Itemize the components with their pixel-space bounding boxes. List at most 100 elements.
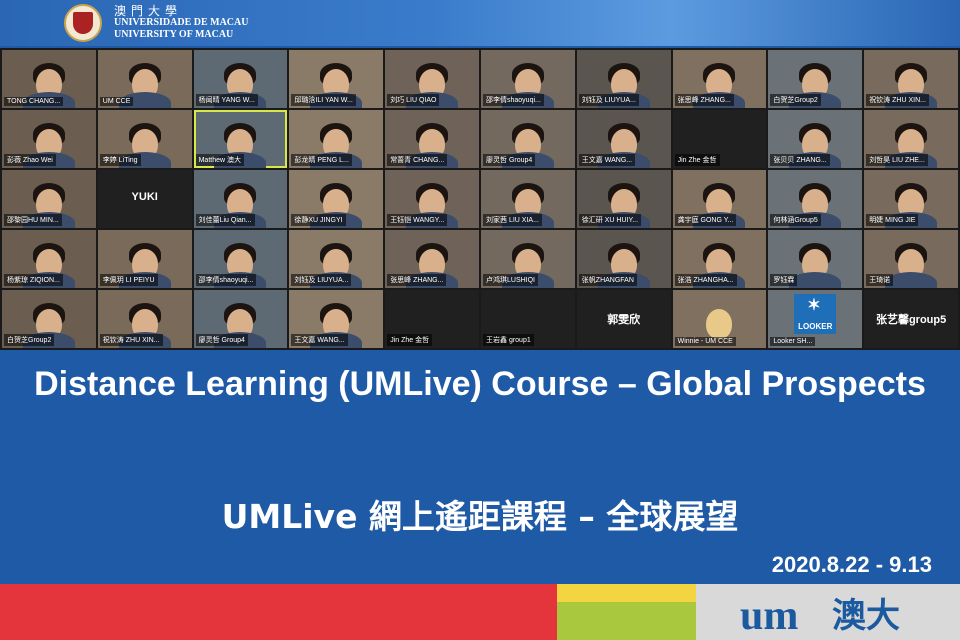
participant-tile[interactable]: 张思峰 ZHANG... [385,230,479,288]
header-banner: 澳門大學 UNIVERSIDADE DE MACAU UNIVERSITY OF… [0,0,960,46]
participant-tile[interactable]: TONG CHANG... [2,50,96,108]
participant-name-label: 何林涵Group5 [770,214,821,226]
participant-tile[interactable]: 罗钰霖 [768,230,863,288]
participant-tile[interactable]: 邵李倩shaoyuqi... [193,230,288,288]
participant-name-label: 祝钦涛 ZHU XIN... [866,94,929,106]
participant-display-name: 郭雯欣 [607,314,641,326]
title-area: Distance Learning (UMLive) Course – Glob… [0,352,960,584]
participant-tile[interactable]: Matthew 澳大 [193,110,288,168]
participant-name-label: 王文嘉 WANG... [578,154,636,166]
participant-name-label: 白贺芝Group2 [770,94,821,106]
participant-display-name: YUKI [131,191,158,203]
footer-yellow-stripe [557,584,696,602]
participant-name-label: UM CCE [99,97,134,106]
participant-tile[interactable]: 张贝贝 ZHANG... [768,110,863,168]
participant-tile[interactable]: Winnie - UM CCE [672,290,767,348]
participant-name-label: 王岩鑫 group1 [483,334,534,346]
participant-name-label: 刘钰及 LIUYUA... [291,274,352,286]
participant-tile[interactable]: 刘哲昊 LIU ZHE... [864,110,958,168]
participant-name-label: 祝钦涛 ZHU XIN... [99,334,163,346]
participant-name-label: 杨闻晴 YANG W... [195,94,258,106]
participant-tile[interactable]: 祝钦涛 ZHU XIN... [97,290,192,348]
participant-tile[interactable]: 王文嘉 WANG... [289,290,384,348]
participant-tile[interactable]: Jin Zhe 金哲 [385,290,479,348]
participant-tile[interactable]: 邱璐浛ILI YAN W... [289,50,384,108]
star-icon: ✶ [807,297,821,314]
participant-tile[interactable]: 明婕 MING JIE [864,170,958,228]
participant-tile[interactable]: ✶ LOOKER Looker SH... [768,290,863,348]
participant-tile[interactable]: 卢鸿琪LUSHIQI [481,230,575,288]
university-seal-logo [64,4,102,42]
footer-green-stripe [557,602,696,640]
participant-name-label: 常蔷青 CHANG... [387,154,448,166]
participant-name-label: Winnie - UM CCE [674,337,736,346]
participant-name-label: Looker SH... [770,337,816,346]
participant-tile[interactable]: 彭龙晴 PENG L... [289,110,384,168]
footer-red-stripe [0,584,557,640]
participant-tile[interactable]: 刘钰及 LIUYUA... [576,50,671,108]
participant-tile[interactable]: 白贺芝Group2 [2,290,96,348]
participant-name-label: 廖灵哲 Group4 [195,334,248,346]
participant-name-label: 李婷 LiTing [99,154,141,166]
participant-tile[interactable]: 廖灵哲 Group4 [481,110,575,168]
logo-zh-text: 澳門大學 [114,4,183,18]
participant-tile[interactable]: 常蔷青 CHANG... [385,110,479,168]
participant-name-label: 王钰铠 WANGY... [387,214,448,226]
participant-tile[interactable]: 王琦诺 [864,230,958,288]
participant-tile[interactable]: 刘钰及 LIUYUA... [289,230,384,288]
participant-name-label: 廖灵哲 Group4 [483,154,536,166]
participant-tile[interactable]: Jin Zhe 金哲 [672,110,767,168]
participant-tile[interactable]: UM CCE [97,50,192,108]
participant-tile[interactable]: 刘巧 LIU QIAO [385,50,479,108]
course-dates: 2020.8.22 - 9.13 [771,552,932,577]
participant-tile[interactable]: 张思峰 ZHANG... [672,50,767,108]
university-wordmark: 澳門大學 UNIVERSIDADE DE MACAU UNIVERSITY OF… [114,5,248,41]
looker-logo-text: LOOKER [798,322,833,331]
participant-name-label: 李佩玥 LI PEIYU [99,274,158,286]
participant-tile[interactable]: 李婷 LiTing [97,110,192,168]
participant-tile[interactable]: 徐静XU JINGYI [289,170,384,228]
participant-name-label: 张贝贝 ZHANG... [770,154,830,166]
video-grid: TONG CHANG... UM CCE 杨闻晴 YANG W... 邱璐浛ILI Y… [0,48,960,350]
participant-tile[interactable]: 彭薇 Zhao Wei [2,110,96,168]
participant-name-label: 王文嘉 WANG... [291,334,348,346]
participant-tile[interactable]: 杨闻晴 YANG W... [193,50,288,108]
participant-tile[interactable]: 张浩 ZHANGHA... [672,230,767,288]
participant-tile[interactable]: 龚宇庭 GONG Y... [672,170,767,228]
participant-name-label: 王琦诺 [866,274,894,286]
participant-name-label: Matthew 澳大 [195,154,244,166]
participant-tile[interactable]: 张帆ZHANGFAN [576,230,671,288]
participant-name-label: 张思峰 ZHANG... [387,274,447,286]
figurine-avatar [706,308,733,339]
participant-name-label: 张思峰 ZHANG... [674,94,734,106]
participant-tile[interactable]: 刘佳蕾Liu Qian... [193,170,288,228]
participant-tile[interactable]: 祝钦涛 ZHU XIN... [864,50,958,108]
participant-tile[interactable]: 邵黎园HU MIN... [2,170,96,228]
participant-tile[interactable]: 王钰铠 WANGY... [385,170,479,228]
participant-tile[interactable]: YUKI [97,170,192,228]
logo-pt-text: UNIVERSIDADE DE MACAU [114,17,249,28]
participant-tile[interactable]: 张艺馨group5 [864,290,958,348]
participant-name-label: 卢鸿琪LUSHIQI [483,274,539,286]
participant-tile[interactable]: 杨紫琼 ZIQION... [2,230,96,288]
participant-tile[interactable]: 刘家茜 LIU XIA... [481,170,575,228]
logo-en-text: UNIVERSITY OF MACAU [114,29,234,40]
participant-name-label: Jin Zhe 金哲 [387,334,433,346]
participant-name-label: 徐静XU JINGYI [291,214,346,226]
participant-tile[interactable]: 白贺芝Group2 [768,50,863,108]
um-logo-mark: um [740,593,799,639]
participant-tile[interactable]: 王岩鑫 group1 [481,290,575,348]
participant-tile[interactable]: 何林涵Group5 [768,170,863,228]
footer-stripes: um 澳大 [0,584,960,640]
participant-tile[interactable]: 廖灵哲 Group4 [193,290,288,348]
participant-tile[interactable]: 郭雯欣 [576,290,671,348]
participant-tile[interactable]: 王文嘉 WANG... [576,110,671,168]
participant-name-label: 彭薇 Zhao Wei [4,154,56,166]
participant-name-label: 徐汇研 XU HUIY... [578,214,642,226]
participant-tile[interactable]: 邵李倩shaoyuqi... [481,50,575,108]
participant-name-label: 罗钰霖 [770,274,798,286]
participant-tile[interactable]: 徐汇研 XU HUIY... [576,170,671,228]
participant-tile[interactable]: 李佩玥 LI PEIYU [97,230,192,288]
participant-display-name: 张艺馨group5 [875,314,947,326]
participant-name-label: 刘家茜 LIU XIA... [483,214,542,226]
